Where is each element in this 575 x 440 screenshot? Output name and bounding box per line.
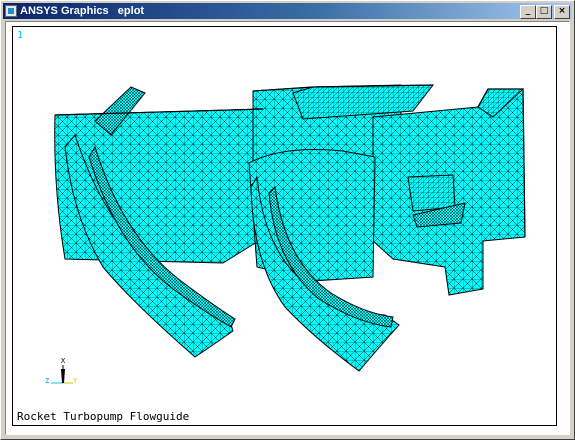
maximize-button[interactable]: □ xyxy=(536,5,552,19)
triad-x-label: X xyxy=(61,357,66,365)
element-plot-mesh[interactable] xyxy=(13,27,557,426)
graphics-viewport[interactable]: 1 X Y Z Rocket Turbopump Flowguide xyxy=(12,26,557,426)
triad-z-label: Z xyxy=(45,377,50,385)
graphics-client-area: 1 X Y Z Rocket Turbopump Flowguide xyxy=(5,21,570,435)
plot-caption: Rocket Turbopump Flowguide xyxy=(17,410,190,423)
coordinate-triad: X Y Z xyxy=(43,357,83,391)
minimize-button[interactable]: _ xyxy=(520,5,536,19)
title-bar[interactable]: ANSYS Graphics eplot _ □ × xyxy=(3,3,572,19)
window-title: ANSYS Graphics eplot xyxy=(20,5,145,17)
flowguide-body xyxy=(54,84,526,372)
caption-buttons: _ □ × xyxy=(520,5,570,19)
ansys-graphics-window: ANSYS Graphics eplot _ □ × 1 X Y Z Rocke… xyxy=(0,0,575,440)
ansys-app-icon[interactable] xyxy=(5,5,17,17)
close-button[interactable]: × xyxy=(554,5,570,19)
triad-y-label: Y xyxy=(73,377,78,385)
